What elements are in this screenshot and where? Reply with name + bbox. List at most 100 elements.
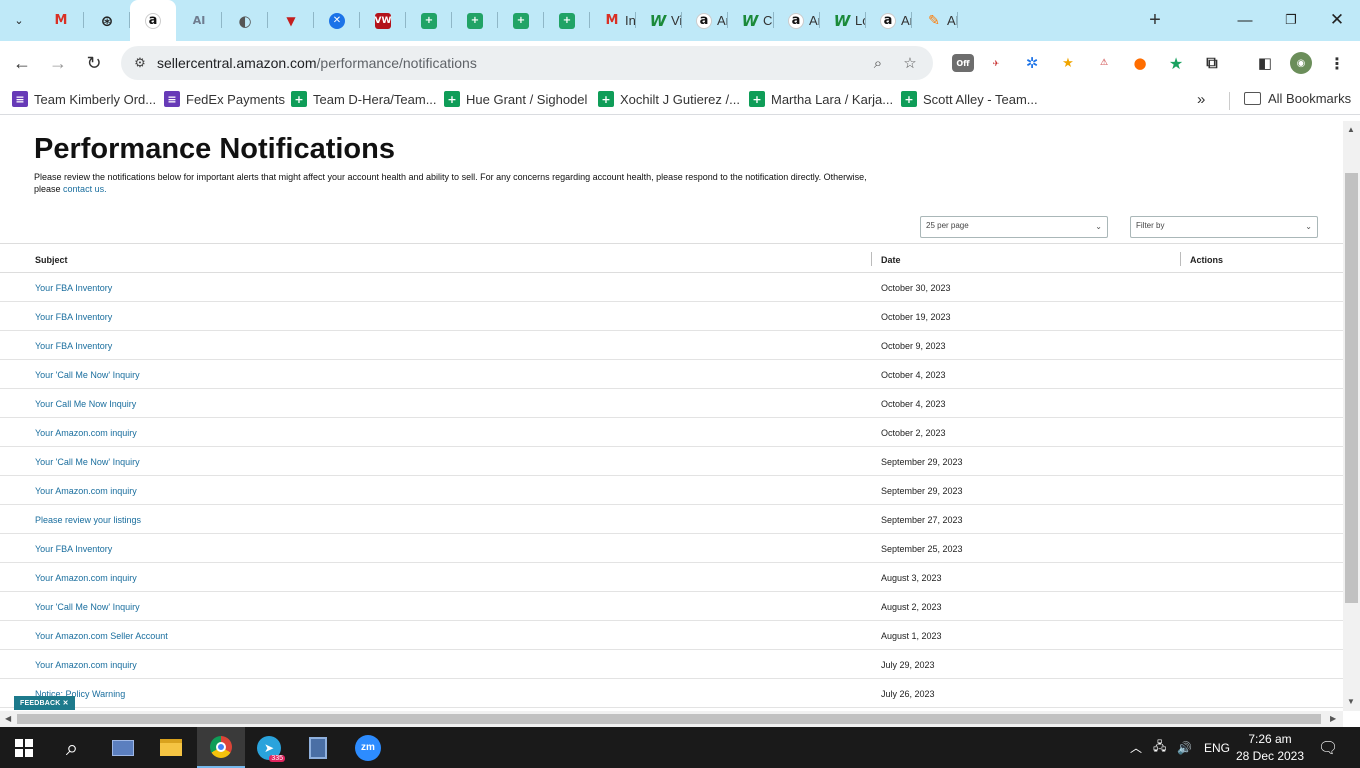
notification-subject-link[interactable]: Your 'Call Me Now' Inquiry xyxy=(35,457,140,467)
scroll-left-icon[interactable]: ◀ xyxy=(5,714,11,723)
tab[interactable]: + xyxy=(498,0,544,41)
restore-button[interactable]: ❐ xyxy=(1278,8,1304,32)
tab[interactable]: M xyxy=(38,0,84,41)
profile-avatar-icon[interactable]: ◉ xyxy=(1290,52,1312,74)
tab[interactable]: MInbo xyxy=(590,0,636,41)
taskbar-app-zoom[interactable]: zm xyxy=(344,727,392,768)
volume-icon[interactable]: 🔊 xyxy=(1177,727,1192,768)
taskbar-app-chrome[interactable] xyxy=(197,727,245,768)
amazon-icon: a xyxy=(696,12,712,29)
tab[interactable]: ◐ xyxy=(222,0,268,41)
address-bar[interactable]: ⚙ sellercentral.amazon.com/performance/n… xyxy=(121,46,933,80)
tab[interactable]: aAma xyxy=(682,0,728,41)
url-text[interactable]: sellercentral.amazon.com/performance/not… xyxy=(157,55,477,71)
tab-search-button[interactable]: ⌄ xyxy=(6,8,32,32)
extension-orange-icon[interactable]: ● xyxy=(1129,52,1151,74)
tab[interactable]: WVicto xyxy=(636,0,682,41)
tab[interactable]: ✎AMZ xyxy=(912,0,958,41)
column-divider[interactable] xyxy=(871,252,872,266)
taskbar-app-desktop[interactable] xyxy=(99,727,147,768)
tab[interactable]: WClan xyxy=(728,0,774,41)
vertical-scrollbar[interactable]: ▲ ▼ xyxy=(1343,121,1360,711)
all-bookmarks-button[interactable]: All Bookmarks xyxy=(1244,91,1351,106)
notification-subject-link[interactable]: Your Amazon.com Seller Account xyxy=(35,631,168,641)
extension-red-icon[interactable]: ✈ xyxy=(985,52,1007,74)
contact-us-link[interactable]: contact us. xyxy=(63,184,107,194)
start-button[interactable] xyxy=(0,727,48,768)
side-panel-icon[interactable]: ◧ xyxy=(1254,52,1276,74)
notification-subject-link[interactable]: Your Amazon.com inquiry xyxy=(35,486,137,496)
search-button[interactable]: ⌕ xyxy=(48,727,96,768)
notification-subject-link[interactable]: Your Call Me Now Inquiry xyxy=(35,399,136,409)
bookmark-item[interactable]: ≡ FedEx Payments xyxy=(164,91,285,107)
vertical-scroll-thumb[interactable] xyxy=(1345,173,1358,603)
tab[interactable]: ▼ xyxy=(268,0,314,41)
bookmark-star-icon[interactable]: ☆ xyxy=(899,52,921,74)
tab[interactable]: ⊛ xyxy=(84,0,130,41)
bookmark-item[interactable]: ≡ Team Kimberly Ord... xyxy=(12,91,156,107)
feedback-button[interactable]: FEEDBACK ✕ xyxy=(14,696,75,710)
forward-button[interactable]: → xyxy=(45,50,71,76)
notification-subject-link[interactable]: Your 'Call Me Now' Inquiry xyxy=(35,370,140,380)
tab[interactable]: + xyxy=(452,0,498,41)
extension-blue-icon[interactable]: ✲ xyxy=(1021,52,1043,74)
tab[interactable]: VW xyxy=(360,0,406,41)
column-header-date[interactable]: Date xyxy=(881,255,901,265)
horizontal-scroll-thumb[interactable] xyxy=(17,714,1321,724)
column-header-subject[interactable]: Subject xyxy=(35,255,68,265)
extension-scout-icon[interactable]: ★ xyxy=(1057,52,1079,74)
tab[interactable]: + xyxy=(406,0,452,41)
new-tab-button[interactable]: + xyxy=(1144,9,1166,31)
more-bookmarks-button[interactable]: » xyxy=(1197,91,1205,108)
tab[interactable]: aAma xyxy=(866,0,912,41)
column-divider[interactable] xyxy=(1180,252,1181,266)
close-window-button[interactable]: ✕ xyxy=(1324,8,1350,32)
extension-star-icon[interactable]: ★ xyxy=(1165,52,1187,74)
per-page-select[interactable]: 25 per page ⌄ xyxy=(920,216,1108,238)
notification-subject-link[interactable]: Your FBA Inventory xyxy=(35,544,112,554)
notification-subject-link[interactable]: Your Amazon.com inquiry xyxy=(35,573,137,583)
extension-alert-icon[interactable]: ⚠ xyxy=(1093,52,1115,74)
bookmark-item[interactable]: + Team D-Hera/Team... xyxy=(291,91,437,107)
notification-subject-link[interactable]: Your FBA Inventory xyxy=(35,341,112,351)
notification-subject-link[interactable]: Your 'Call Me Now' Inquiry xyxy=(35,602,140,612)
tab[interactable]: AI xyxy=(176,0,222,41)
notification-subject-link[interactable]: Your Amazon.com inquiry xyxy=(35,428,137,438)
show-hidden-icons-button[interactable]: ︿ xyxy=(1130,727,1142,768)
notifications-icon[interactable]: 🗨 xyxy=(1318,727,1338,768)
scroll-right-icon[interactable]: ▶ xyxy=(1330,714,1336,723)
taskbar-app-calculator[interactable] xyxy=(294,727,342,768)
tab-separator xyxy=(957,12,958,28)
scroll-up-icon[interactable]: ▲ xyxy=(1347,125,1355,134)
menu-icon[interactable]: ⋮ xyxy=(1326,52,1348,74)
horizontal-scrollbar[interactable]: ◀ ▶ xyxy=(0,711,1343,727)
reload-button[interactable]: ↻ xyxy=(81,50,107,76)
taskbar-app-explorer[interactable] xyxy=(147,727,195,768)
close-icon[interactable]: ✕ xyxy=(63,700,69,707)
network-icon[interactable]: 🖧 xyxy=(1153,727,1166,768)
bookmark-item[interactable]: + Scott Alley - Team... xyxy=(901,91,1038,107)
scroll-down-icon[interactable]: ▼ xyxy=(1347,697,1355,706)
extension-off-icon[interactable]: Off xyxy=(952,54,974,72)
extensions-puzzle-icon[interactable]: ⧉ xyxy=(1201,52,1223,74)
back-button[interactable]: ← xyxy=(9,50,35,76)
tab[interactable]: aAma xyxy=(774,0,820,41)
notification-subject-link[interactable]: Please review your listings xyxy=(35,515,141,525)
filter-select[interactable]: Filter by ⌄ xyxy=(1130,216,1318,238)
taskbar-app-telegram[interactable]: ➤ 335 xyxy=(245,727,293,768)
bookmark-item[interactable]: + Martha Lara / Karja... xyxy=(749,91,893,107)
notification-subject-link[interactable]: Your FBA Inventory xyxy=(35,283,112,293)
zoom-icon[interactable]: ⌕ xyxy=(867,52,889,74)
tab[interactable]: a xyxy=(130,0,176,41)
bookmark-item[interactable]: + Xochilt J Gutierez /... xyxy=(598,91,740,107)
clock[interactable]: 7:26 am 28 Dec 2023 xyxy=(1232,731,1308,765)
minimize-button[interactable]: — xyxy=(1232,8,1258,32)
notification-subject-link[interactable]: Your FBA Inventory xyxy=(35,312,112,322)
language-indicator[interactable]: ENG xyxy=(1204,727,1230,768)
notification-subject-link[interactable]: Your Amazon.com inquiry xyxy=(35,660,137,670)
bookmark-item[interactable]: + Hue Grant / Sighodel xyxy=(444,91,587,107)
tab[interactable]: + xyxy=(544,0,590,41)
tab[interactable]: ✕ xyxy=(314,0,360,41)
site-info-icon[interactable]: ⚙ xyxy=(129,52,151,74)
tab[interactable]: WLorA xyxy=(820,0,866,41)
